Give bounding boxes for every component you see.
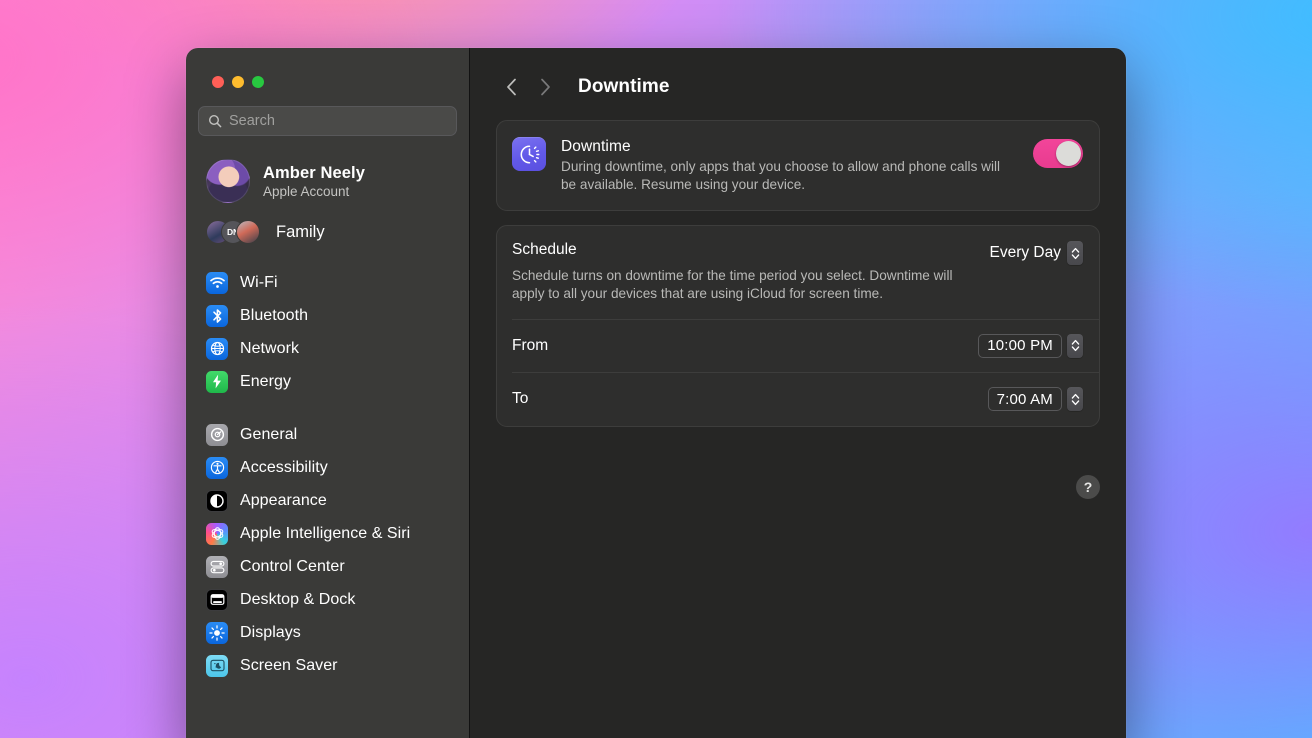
- sidebar-item-desktop-dock[interactable]: Desktop & Dock: [198, 583, 457, 616]
- to-time-field[interactable]: 7:00 AM: [988, 387, 1083, 411]
- sidebar-item-label: Screen Saver: [240, 657, 338, 675]
- to-time-stepper[interactable]: [1067, 387, 1083, 411]
- sidebar-item-bluetooth[interactable]: Bluetooth: [198, 299, 457, 332]
- sidebar-item-general[interactable]: General: [198, 418, 457, 451]
- sidebar-item-apple-intelligence-siri[interactable]: Apple Intelligence & Siri: [198, 517, 457, 550]
- downtime-description: During downtime, only apps that you choo…: [561, 158, 1011, 194]
- sidebar-item-label: Apple Intelligence & Siri: [240, 525, 410, 543]
- sidebar-item-label: Wi-Fi: [240, 274, 278, 292]
- sidebar-item-energy[interactable]: Energy: [198, 365, 457, 398]
- account-subtitle: Apple Account: [263, 184, 365, 199]
- account-name: Amber Neely: [263, 164, 365, 183]
- sidebar-item-label: Displays: [240, 624, 301, 642]
- toggle-knob: [1056, 141, 1081, 166]
- avatar: [206, 159, 250, 203]
- bluetooth-icon: [206, 305, 228, 327]
- displays-icon: [206, 622, 228, 644]
- accessibility-icon: [206, 457, 228, 479]
- sidebar-item-wi-fi[interactable]: Wi-Fi: [198, 266, 457, 299]
- energy-bolt-icon: [206, 371, 228, 393]
- schedule-title: Schedule: [512, 241, 990, 259]
- schedule-row-from: From 10:00 PM: [497, 319, 1099, 372]
- sidebar-item-label: Energy: [240, 373, 291, 391]
- from-time-value[interactable]: 10:00 PM: [978, 334, 1062, 358]
- traffic-lights: [198, 48, 457, 106]
- search-field[interactable]: Search: [198, 106, 457, 136]
- downtime-title: Downtime: [561, 138, 1018, 156]
- family-avatars: DN: [206, 218, 266, 246]
- sidebar-item-appearance[interactable]: Appearance: [198, 484, 457, 517]
- back-button[interactable]: [496, 72, 526, 102]
- sidebar-item-control-center[interactable]: Control Center: [198, 550, 457, 583]
- chevron-updown-icon[interactable]: [1067, 241, 1083, 265]
- sidebar-item-label: Control Center: [240, 558, 345, 576]
- appearance-icon: [206, 490, 228, 512]
- page-title: Downtime: [578, 76, 670, 98]
- minimize-button[interactable]: [232, 76, 244, 88]
- schedule-row-to: To 7:00 AM: [497, 373, 1099, 426]
- sidebar-item-label: Accessibility: [240, 459, 328, 477]
- from-time-field[interactable]: 10:00 PM: [978, 334, 1083, 358]
- search-icon: [208, 114, 222, 128]
- sidebar-item-label: Appearance: [240, 492, 327, 510]
- close-button[interactable]: [212, 76, 224, 88]
- forward-button[interactable]: [530, 72, 560, 102]
- sidebar-item-label: Network: [240, 340, 299, 358]
- toolbar: Downtime: [496, 48, 1100, 120]
- sidebar-item-label: Bluetooth: [240, 307, 308, 325]
- family-label: Family: [276, 223, 325, 242]
- sidebar-item-label: General: [240, 426, 297, 444]
- sidebar-item-label: Desktop & Dock: [240, 591, 355, 609]
- chevron-right-icon: [540, 78, 551, 96]
- desktop-dock-icon: [206, 589, 228, 611]
- family-avatar-3: [236, 220, 260, 244]
- general-gear-icon: [206, 424, 228, 446]
- sidebar-item-apple-account[interactable]: Amber Neely Apple Account: [198, 154, 457, 208]
- schedule-description: Schedule turns on downtime for the time …: [512, 267, 972, 303]
- row-label: To: [512, 390, 988, 408]
- zoom-button[interactable]: [252, 76, 264, 88]
- help-button[interactable]: ?: [1076, 475, 1100, 499]
- sidebar-group-network: Wi-Fi Bluetooth: [198, 266, 457, 398]
- main-content: Downtime: [470, 48, 1126, 738]
- control-center-icon: [206, 556, 228, 578]
- downtime-card: Downtime During downtime, only apps that…: [496, 120, 1100, 211]
- sidebar-item-accessibility[interactable]: Accessibility: [198, 451, 457, 484]
- downtime-toggle[interactable]: [1033, 139, 1083, 168]
- sidebar: Search Amber Neely Apple Account DN Fami…: [186, 48, 470, 738]
- sidebar-item-screen-saver[interactable]: Screen Saver: [198, 649, 457, 682]
- sidebar-item-family[interactable]: DN Family: [198, 214, 457, 250]
- schedule-frequency-value: Every Day: [990, 244, 1062, 262]
- schedule-card: Schedule Every Day Schedule turns on dow…: [496, 225, 1100, 426]
- schedule-frequency-popup[interactable]: Every Day: [990, 241, 1084, 265]
- wifi-icon: [206, 272, 228, 294]
- chevron-left-icon: [506, 78, 517, 96]
- network-globe-icon: [206, 338, 228, 360]
- sidebar-group-system: General Accessibility: [198, 418, 457, 682]
- screen-saver-icon: [206, 655, 228, 677]
- downtime-icon: [512, 137, 546, 171]
- to-time-value[interactable]: 7:00 AM: [988, 387, 1062, 411]
- from-time-stepper[interactable]: [1067, 334, 1083, 358]
- siri-icon: [206, 523, 228, 545]
- sidebar-item-network[interactable]: Network: [198, 332, 457, 365]
- sidebar-item-displays[interactable]: Displays: [198, 616, 457, 649]
- row-label: From: [512, 337, 978, 355]
- system-settings-window: Search Amber Neely Apple Account DN Fami…: [186, 48, 1126, 738]
- search-placeholder: Search: [229, 113, 275, 129]
